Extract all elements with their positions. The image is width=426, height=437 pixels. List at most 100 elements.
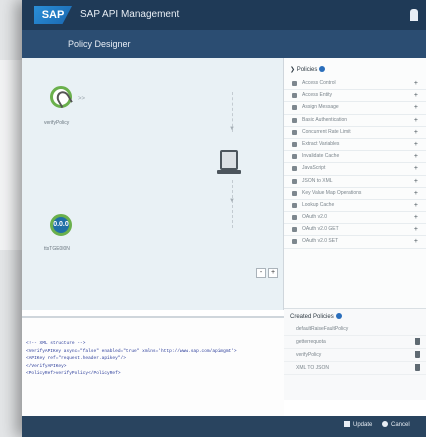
update-button[interactable]: Update bbox=[344, 421, 372, 428]
created-policy-item[interactable]: verifyPolicy bbox=[284, 349, 426, 362]
code-content[interactable]: <!-- XML structure --> <VerifyAPIKey asy… bbox=[26, 340, 280, 378]
policies-heading: ❯ Policies bbox=[290, 66, 326, 73]
policy-label: Lookup Cache bbox=[302, 201, 335, 208]
assign-icon bbox=[292, 105, 297, 111]
server-icon[interactable] bbox=[217, 150, 241, 174]
policy-list: Access Control + Access Entity + Assign Me… bbox=[284, 78, 426, 249]
policy-item[interactable]: Access Control + bbox=[284, 78, 426, 91]
add-policy-icon[interactable]: + bbox=[414, 102, 418, 113]
flow-tick: ▼ bbox=[229, 198, 235, 204]
policy-label: Key Value Map Operations bbox=[302, 189, 362, 196]
cancel-icon bbox=[382, 421, 388, 427]
policy-item[interactable]: OAuth v2.0 SET + bbox=[284, 236, 426, 249]
subheader-bar: Policy Designer bbox=[22, 30, 426, 58]
code-line: <!-- XML structure --> bbox=[26, 341, 86, 346]
info-icon[interactable] bbox=[335, 313, 342, 319]
policy-item[interactable]: Lookup Cache + bbox=[284, 200, 426, 213]
created-policy-item[interactable]: XML TO JSON bbox=[284, 362, 426, 375]
oauth-get-icon bbox=[292, 227, 297, 233]
zoom-controls: - + bbox=[256, 268, 278, 278]
policy-item[interactable]: Invalidate Cache + bbox=[284, 151, 426, 164]
policy-label: OAuth v2.0 bbox=[302, 214, 328, 221]
created-policy-item[interactable]: getterrequota bbox=[284, 336, 426, 349]
rate-limit-icon bbox=[292, 129, 297, 135]
policy-item[interactable]: Concurrent Rate Limit + bbox=[284, 127, 426, 139]
page-title: Policy Designer bbox=[68, 39, 131, 49]
code-line: <PolicyRef>verifyPolicy</PolicyRef> bbox=[26, 371, 121, 376]
proxy-endpoint-label: verifyPolicy bbox=[44, 120, 70, 126]
target-endpoint-node[interactable]: 0.0.0 bbox=[50, 214, 72, 236]
policy-label: Access Control bbox=[302, 80, 336, 86]
chevron-right-icon[interactable]: ❯ bbox=[290, 67, 297, 73]
cache-icon bbox=[292, 154, 297, 160]
add-policy-icon[interactable]: + bbox=[414, 236, 418, 247]
shell-bar: SAP SAP API Management bbox=[22, 0, 426, 30]
policy-item[interactable]: Extract Variables + bbox=[284, 139, 426, 152]
created-policy-item[interactable]: defaultRaiseFaultPolicy bbox=[284, 323, 426, 336]
policy-label: Extract Variables bbox=[302, 140, 340, 147]
add-policy-icon[interactable]: + bbox=[414, 115, 418, 126]
policy-item[interactable]: OAuth v2.0 + bbox=[284, 212, 426, 225]
trash-icon[interactable] bbox=[415, 338, 420, 345]
created-policy-label: getterrequota bbox=[296, 339, 326, 345]
flow-canvas[interactable]: >> verifyPolicy ▼ ▼ 0.0.0 ttsTGE0l0N - + bbox=[22, 58, 284, 310]
policy-item[interactable]: Key Value Map Operations + bbox=[284, 188, 426, 200]
code-line: <APIKey ref="request.header.apikey"/> bbox=[26, 356, 126, 361]
footer-bar: Update Cancel bbox=[22, 416, 426, 437]
policy-label: Basic Authentication bbox=[302, 116, 348, 123]
created-policy-label: verifyPolicy bbox=[296, 352, 322, 358]
oauth-icon bbox=[292, 215, 297, 221]
policies-heading-label: Policies bbox=[296, 67, 318, 73]
code-line: </VerifyAPIKey> bbox=[26, 363, 67, 369]
add-policy-icon[interactable]: + bbox=[414, 139, 418, 150]
policy-designer-window: SAP SAP API Management Policy Designer >… bbox=[22, 0, 426, 437]
extract-icon bbox=[292, 141, 297, 147]
created-policies-heading-label: Created Policies bbox=[290, 314, 334, 320]
screenshot-stage: SAP SAP API Management Policy Designer >… bbox=[0, 0, 426, 437]
created-policies-heading: Created Policies bbox=[290, 313, 342, 320]
add-policy-icon[interactable]: + bbox=[414, 200, 418, 211]
policy-label: Assign Message bbox=[302, 104, 339, 111]
user-icon[interactable] bbox=[410, 9, 418, 21]
target-endpoint-label: ttsTGE0l0N bbox=[44, 246, 70, 252]
add-policy-icon[interactable]: + bbox=[414, 224, 418, 235]
flow-arrow: >> bbox=[78, 96, 86, 102]
policy-label: JavaScript bbox=[302, 165, 326, 172]
javascript-icon bbox=[292, 166, 297, 172]
sap-logo[interactable]: SAP bbox=[34, 6, 72, 24]
cancel-button[interactable]: Cancel bbox=[382, 421, 410, 428]
save-icon bbox=[344, 421, 350, 427]
zoom-in-button[interactable]: + bbox=[268, 268, 278, 278]
add-policy-icon[interactable]: + bbox=[414, 78, 418, 89]
code-line: <VerifyAPIKey async="false" enabled="tru… bbox=[26, 348, 237, 354]
policy-label: Invalidate Cache bbox=[302, 153, 340, 160]
policy-item[interactable]: Access Entity + bbox=[284, 90, 426, 103]
policy-label: OAuth v2.0 GET bbox=[302, 226, 339, 233]
code-editor[interactable]: <!-- XML structure --> <VerifyAPIKey asy… bbox=[22, 316, 284, 416]
add-policy-icon[interactable]: + bbox=[414, 188, 418, 199]
add-policy-icon[interactable]: + bbox=[414, 163, 418, 174]
proxy-endpoint-node[interactable] bbox=[50, 86, 72, 108]
update-label: Update bbox=[353, 422, 373, 428]
policy-label: JSON to XML bbox=[302, 177, 333, 184]
created-policy-label: defaultRaiseFaultPolicy bbox=[296, 326, 349, 332]
policy-item[interactable]: Assign Message + bbox=[284, 102, 426, 115]
info-icon[interactable] bbox=[319, 66, 326, 72]
entity-icon bbox=[292, 93, 297, 99]
trash-icon[interactable] bbox=[415, 351, 420, 358]
add-policy-icon[interactable]: + bbox=[414, 176, 418, 187]
add-policy-icon[interactable]: + bbox=[414, 127, 418, 138]
policies-panel: ❯ Policies Access Control + Access Entity… bbox=[284, 58, 426, 316]
add-policy-icon[interactable]: + bbox=[414, 151, 418, 162]
policy-item[interactable]: OAuth v2.0 GET + bbox=[284, 224, 426, 237]
policy-item[interactable]: JavaScript + bbox=[284, 163, 426, 176]
policy-item[interactable]: JSON to XML + bbox=[284, 176, 426, 188]
add-policy-icon[interactable]: + bbox=[414, 90, 418, 101]
key-value-icon bbox=[292, 190, 297, 196]
zoom-out-button[interactable]: - bbox=[256, 268, 266, 278]
policy-label: Access Entity bbox=[302, 92, 333, 99]
policy-item[interactable]: Basic Authentication + bbox=[284, 115, 426, 127]
cancel-label: Cancel bbox=[391, 422, 410, 428]
trash-icon[interactable] bbox=[415, 364, 420, 371]
add-policy-icon[interactable]: + bbox=[414, 212, 418, 223]
